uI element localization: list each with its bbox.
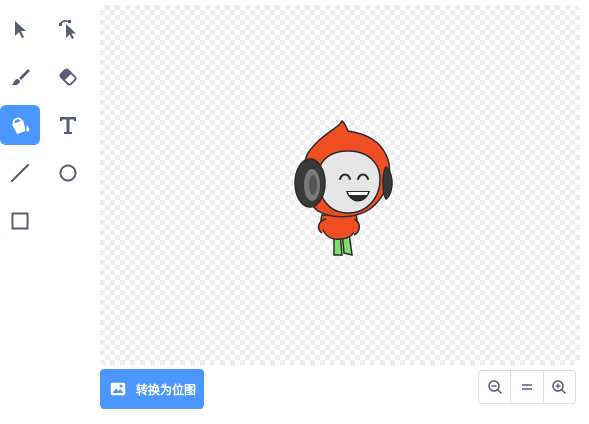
line-tool[interactable] [0,153,40,193]
zoom-reset-button[interactable] [510,371,542,403]
zoom-in-icon [552,380,567,394]
convert-button-label: 转换为位图 [136,382,197,397]
circle-icon [59,164,77,182]
brush-icon [12,69,30,86]
drawing-canvas[interactable] [100,5,580,365]
character-sprite[interactable] [282,115,402,265]
brush-tool[interactable] [0,57,40,97]
reshape-tool[interactable] [48,9,88,49]
zoom-out-button[interactable] [479,371,510,403]
zoom-controls [478,370,576,404]
eraser-tool[interactable] [48,57,88,97]
line-icon [10,163,30,183]
zoom-reset-icon [521,384,532,390]
convert-to-bitmap-button[interactable]: 转换为位图 [100,369,204,409]
rectangle-icon [11,212,29,230]
zoom-in-button[interactable] [542,371,575,403]
rectangle-tool[interactable] [0,201,40,241]
zoom-out-icon [487,380,502,394]
text-icon [60,117,76,134]
fill-tool[interactable] [0,105,40,145]
image-icon [110,382,126,396]
text-tool[interactable] [48,105,88,145]
paint-editor: 转换为位图 [0,0,589,424]
eraser-icon [59,68,77,86]
reshape-icon [59,20,76,39]
select-tool[interactable] [0,9,40,49]
circle-tool[interactable] [48,153,88,193]
fill-bucket-icon [11,117,30,135]
arrow-select-icon [15,21,26,38]
